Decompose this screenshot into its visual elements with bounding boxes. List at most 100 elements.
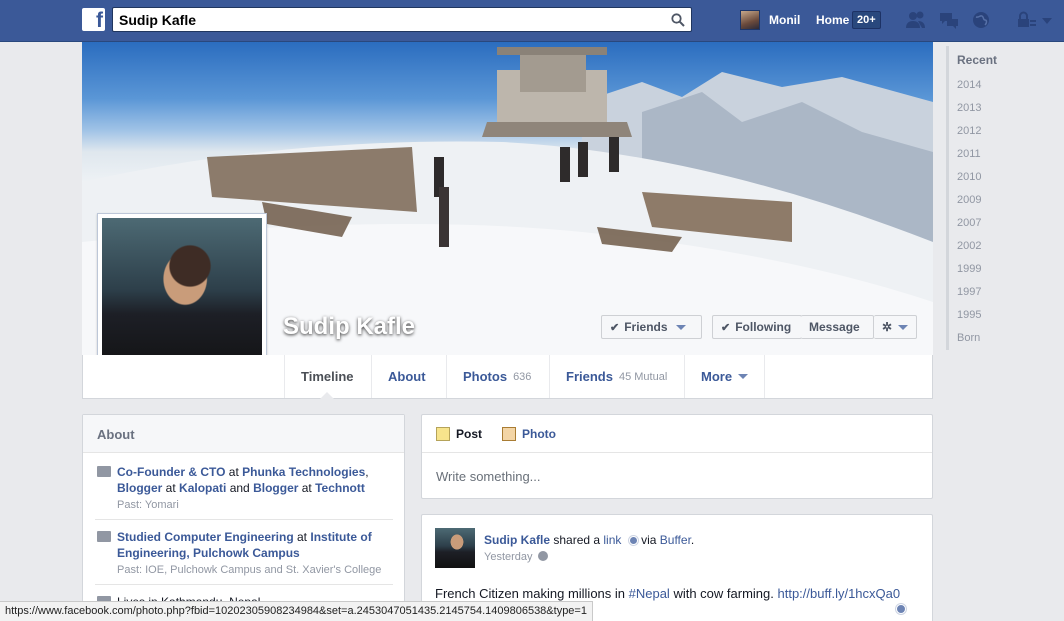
text: and (226, 481, 254, 495)
search-icon[interactable] (671, 13, 685, 27)
friends-button-label: Friends (624, 320, 668, 334)
about-education-item: Studied Computer Engineering at Institut… (95, 529, 393, 585)
year-link[interactable]: 1999 (949, 258, 1064, 281)
post-author-avatar[interactable] (435, 528, 475, 568)
check-icon: ✔ (610, 321, 620, 334)
school-icon (97, 531, 111, 542)
post-link-link[interactable]: link (603, 533, 621, 547)
friends-button[interactable]: ✔ Friends (601, 315, 702, 339)
year-link[interactable]: 2013 (949, 97, 1064, 120)
year-link-recent[interactable]: Recent (949, 46, 1064, 74)
search-box[interactable] (112, 7, 692, 32)
about-work-item: Co-Founder & CTO at Phunka Technologies,… (95, 464, 393, 520)
composer-tab-post[interactable]: Post (436, 426, 483, 441)
messages-icon[interactable] (938, 10, 960, 30)
tab-count: 45 Mutual (618, 370, 668, 383)
photo-icon (502, 426, 517, 441)
work-org-link[interactable]: Phunka Technologies (242, 465, 365, 479)
post-body: French Citizen making millions in #Nepal… (435, 586, 900, 601)
tab-friends[interactable]: Friends 45 Mutual (549, 355, 683, 398)
notifications-globe-icon[interactable] (970, 10, 992, 30)
friend-requests-icon[interactable] (905, 10, 927, 30)
chevron-down-icon (675, 324, 686, 330)
text: with cow farming. (669, 586, 778, 601)
about-card-title[interactable]: About (83, 415, 404, 453)
text: at (225, 465, 243, 479)
profile-nav-tabs: Timeline About Photos 636 Friends 45 Mut… (82, 355, 933, 399)
text: shared a (550, 533, 604, 547)
check-icon: ✔ (721, 321, 731, 334)
education-line: Studied Computer Engineering at Institut… (117, 529, 393, 561)
year-link[interactable]: 2012 (949, 120, 1064, 143)
profile-photo-image (102, 218, 262, 378)
composer-tab-photo[interactable]: Photo (502, 426, 557, 441)
write-something-input[interactable]: Write something... (422, 453, 932, 500)
timestamp-link[interactable]: Yesterday (484, 551, 533, 563)
work-role-link[interactable]: Blogger (117, 481, 162, 495)
education-past: Past: IOE, Pulchowk Campus and St. Xavie… (117, 564, 382, 576)
tab-about[interactable]: About (371, 355, 442, 398)
briefcase-icon (97, 466, 111, 477)
work-org-link[interactable]: Kalopati (179, 481, 226, 495)
year-link[interactable]: 1997 (949, 281, 1064, 304)
tab-count: 636 (513, 370, 532, 383)
privacy-lock-icon[interactable] (1015, 10, 1037, 30)
post-url-link[interactable]: http://buff.ly/1hcxQa0 (777, 586, 900, 601)
link-preview-icon (896, 604, 906, 614)
post-composer: Post Photo Write something... (421, 414, 933, 499)
tab-label: About (388, 369, 426, 384)
year-link[interactable]: 2007 (949, 212, 1064, 235)
about-card: About Co-Founder & CTO at Phunka Technol… (82, 414, 405, 621)
tab-timeline[interactable]: Timeline (284, 355, 370, 399)
text: , (365, 465, 369, 479)
composer-tabs: Post Photo (422, 415, 932, 453)
year-link[interactable]: 2011 (949, 143, 1064, 166)
facebook-logo-icon[interactable]: f (82, 8, 105, 32)
year-link[interactable]: 2010 (949, 166, 1064, 189)
tab-label: Photos (463, 369, 508, 384)
message-button-label: Message (809, 320, 860, 334)
text: at (298, 481, 316, 495)
settings-chevron-down-icon[interactable] (1040, 10, 1054, 30)
tab-label: Friends (566, 369, 613, 384)
post-source-link[interactable]: Buffer (660, 533, 691, 547)
year-link[interactable]: 1995 (949, 304, 1064, 327)
profile-name-heading[interactable]: Sudip Kafle (283, 313, 415, 341)
year-link[interactable]: 2002 (949, 235, 1064, 258)
avatar (740, 10, 760, 30)
hashtag-link[interactable]: #Nepal (629, 586, 670, 601)
text: . (690, 533, 695, 547)
year-link-born[interactable]: Born (949, 327, 1064, 350)
composer-tab-label: Photo (522, 426, 557, 441)
text: at (162, 481, 180, 495)
public-globe-icon[interactable] (537, 551, 548, 561)
work-org-link[interactable]: Technott (315, 481, 365, 495)
options-gear-button[interactable]: ✲ (874, 315, 917, 339)
composer-tab-label: Post (456, 426, 483, 441)
following-button[interactable]: ✔ Following (712, 315, 802, 339)
text: at (293, 530, 311, 544)
education-study-link[interactable]: Studied Computer Engineering (117, 530, 294, 544)
message-button[interactable]: Message (801, 315, 874, 339)
post-author-link[interactable]: Sudip Kafle (484, 533, 550, 547)
timeline-year-nav: Recent 2014 2013 2012 2011 2010 2009 200… (946, 46, 1064, 350)
following-button-label: Following (735, 320, 792, 334)
tab-photos[interactable]: Photos 636 (446, 355, 547, 398)
tab-label: More (701, 369, 733, 384)
year-link[interactable]: 2014 (949, 74, 1064, 97)
link-preview-icon (628, 536, 638, 545)
search-input[interactable] (119, 11, 659, 29)
home-count-badge: 20+ (852, 11, 881, 29)
gear-icon: ✲ (882, 320, 893, 334)
browser-status-bar: https://www.facebook.com/photo.php?fbid=… (0, 601, 593, 621)
post-header: Sudip Kafle shared a link via Buffer. (484, 533, 694, 547)
work-role-link[interactable]: Blogger (253, 481, 298, 495)
post-timestamp: Yesterday (484, 551, 548, 563)
work-role-link[interactable]: Co-Founder & CTO (117, 465, 225, 479)
home-link[interactable]: Home (816, 13, 849, 27)
work-line: Co-Founder & CTO at Phunka Technologies,… (117, 464, 393, 496)
year-link[interactable]: 2009 (949, 189, 1064, 212)
user-profile-link[interactable]: Monil (740, 10, 800, 30)
user-name: Monil (769, 13, 801, 27)
tab-more[interactable]: More (684, 355, 766, 398)
